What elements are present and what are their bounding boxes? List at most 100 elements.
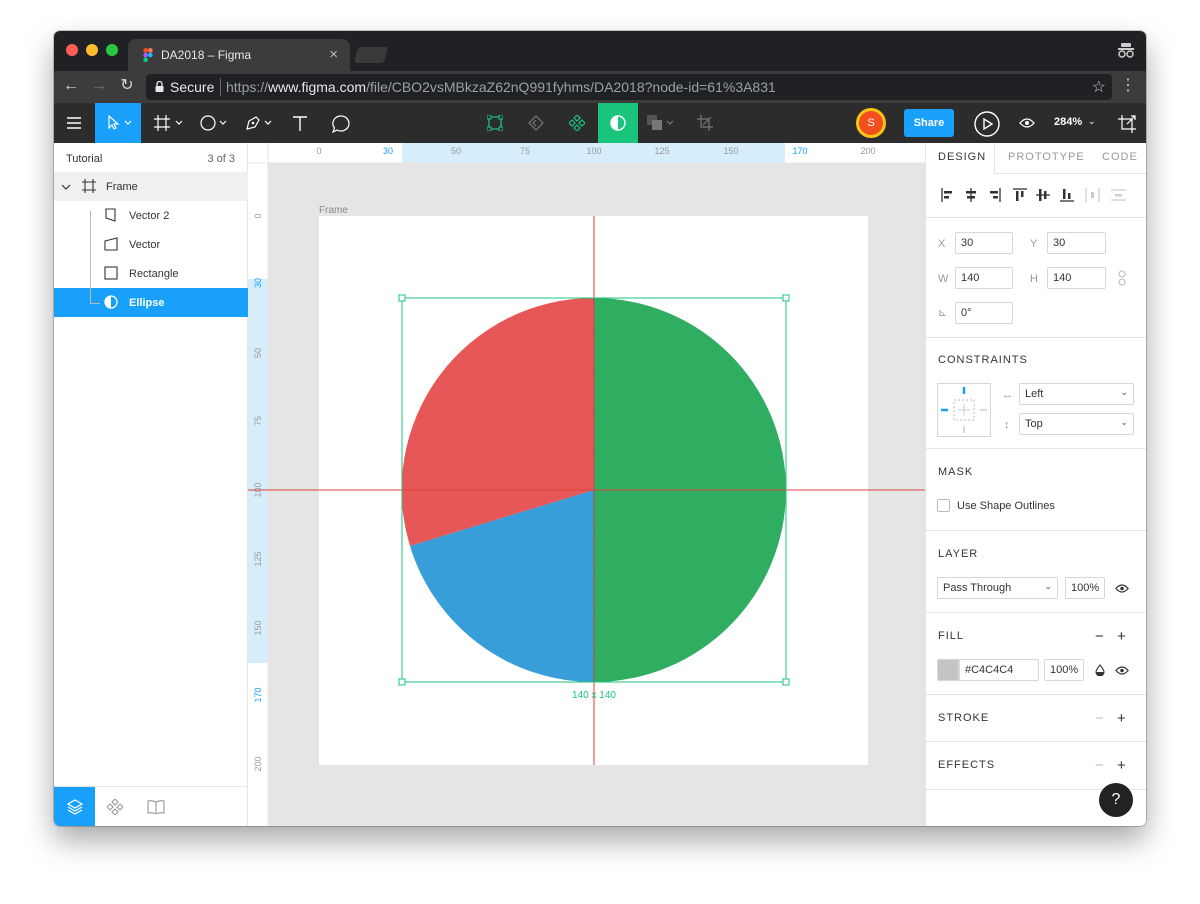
layer-label: Vector <box>129 239 161 251</box>
main-menu-button[interactable] <box>54 103 94 143</box>
comment-tool-button[interactable] <box>322 103 358 143</box>
present-button[interactable] <box>970 103 1004 143</box>
layer-item-vector-2[interactable]: Vector 2 <box>54 201 248 230</box>
page-count: 3 of 3 <box>207 153 235 165</box>
text-tool-button[interactable] <box>284 103 316 143</box>
layer-item-rectangle[interactable]: Rectangle <box>54 259 248 288</box>
add-effect-button[interactable]: + <box>1117 758 1126 773</box>
ellipse-icon <box>200 115 227 131</box>
create-component-button[interactable] <box>557 103 597 143</box>
new-tab-button[interactable] <box>353 47 389 63</box>
chevron-down-icon[interactable]: ⌄ <box>1088 116 1096 127</box>
resize-handle-top-right[interactable] <box>782 294 790 302</box>
chevron-down-icon[interactable] <box>61 183 71 191</box>
constraints-widget[interactable] <box>937 383 991 437</box>
layer-item-ellipse[interactable]: Ellipse <box>54 288 248 317</box>
align-bottom-icon[interactable] <box>1060 189 1074 202</box>
help-button[interactable]: ? <box>1099 783 1133 817</box>
horizontal-constraint-select[interactable]: Left ⌄ <box>1019 383 1134 405</box>
align-right-icon[interactable] <box>990 188 1001 202</box>
crop-button[interactable] <box>686 103 724 143</box>
fill-hex-field[interactable]: #C4C4C4 <box>959 659 1039 681</box>
boolean-operation-button[interactable] <box>598 103 638 143</box>
share-button[interactable]: Share <box>904 109 954 137</box>
align-top-icon[interactable] <box>1013 188 1027 201</box>
remove-effect-button[interactable]: − <box>1095 758 1104 773</box>
constrain-proportions-icon[interactable] <box>1117 270 1127 286</box>
chrome-menu-icon[interactable]: ⋮ <box>1120 75 1136 97</box>
height-field[interactable]: 140 <box>1047 267 1106 289</box>
layer-item-vector[interactable]: Vector <box>54 230 248 259</box>
flatten-button[interactable] <box>516 103 556 143</box>
forward-arrow-icon[interactable]: → <box>88 75 110 97</box>
layers-panel: Tutorial 3 of 3 Frame Vector 2 Vector Re… <box>54 143 248 826</box>
horizontal-constraint-icon: ↔ <box>1002 389 1013 401</box>
resize-handle-bottom-right[interactable] <box>782 678 790 686</box>
tab-team-library[interactable] <box>135 787 175 826</box>
url-text[interactable]: https://www.figma.com/file/CBO2vsMBkzaZ6… <box>226 79 776 95</box>
canvas[interactable]: 0 30 50 75 100 125 150 170 200 0 30 50 75 100 125 150 1… <box>248 143 925 826</box>
url-omnibox[interactable]: Secure https://www.figma.com/file/CBO2vs… <box>146 74 1112 100</box>
zoom-level[interactable]: 284% <box>1054 116 1082 128</box>
tab-components[interactable] <box>95 787 135 826</box>
frame-tool-button[interactable] <box>146 103 190 143</box>
tab-design[interactable]: DESIGN <box>938 151 986 163</box>
add-fill-button[interactable]: + <box>1117 629 1126 644</box>
tab-code[interactable]: CODE <box>1102 151 1138 163</box>
edit-object-button[interactable] <box>475 103 515 143</box>
fill-color-swatch[interactable] <box>937 659 959 681</box>
x-field[interactable]: 30 <box>955 232 1013 254</box>
vertical-constraint-select[interactable]: Top ⌄ <box>1019 413 1134 435</box>
mask-button[interactable] <box>639 103 683 143</box>
window-maximize-button[interactable] <box>106 44 118 56</box>
ruler-left-label: 0 <box>253 213 263 218</box>
rotation-field[interactable]: 0° <box>955 302 1013 324</box>
section-divider <box>926 612 1146 613</box>
distribute-horizontal-icon[interactable] <box>1085 188 1100 202</box>
use-shape-outlines-label: Use Shape Outlines <box>957 500 1055 512</box>
tab-close-icon[interactable]: × <box>329 46 338 63</box>
tab-layers[interactable] <box>54 787 95 826</box>
rotation-icon: ⊾ <box>938 307 948 319</box>
layer-opacity-field[interactable]: 100% <box>1065 577 1105 599</box>
align-left-icon[interactable] <box>941 188 952 202</box>
align-horizontal-center-icon[interactable] <box>966 188 976 202</box>
back-arrow-icon[interactable]: ← <box>60 75 82 97</box>
browser-tab[interactable]: DA2018 – Figma × <box>128 39 350 71</box>
y-field[interactable]: 30 <box>1047 232 1106 254</box>
remove-fill-button[interactable]: − <box>1095 629 1104 644</box>
ellipse-tool-button[interactable] <box>194 103 234 143</box>
remove-stroke-button[interactable]: − <box>1095 711 1104 726</box>
blend-mode-select[interactable]: Pass Through ⌄ <box>937 577 1058 599</box>
layer-item-frame[interactable]: Frame <box>54 172 248 201</box>
eye-icon <box>1019 118 1035 128</box>
fill-visibility-eye-icon[interactable] <box>1115 666 1129 675</box>
resize-icon <box>1118 115 1136 133</box>
use-shape-outlines-checkbox[interactable] <box>937 499 950 512</box>
vertical-constraint-icon: ↕ <box>1004 419 1010 431</box>
fill-opacity-field[interactable]: 100% <box>1044 659 1084 681</box>
window-close-button[interactable] <box>66 44 78 56</box>
tab-prototype[interactable]: PROTOTYPE <box>1008 151 1085 163</box>
blend-drop-icon[interactable] <box>1095 664 1105 676</box>
figma-logo-icon <box>143 48 153 62</box>
layer-visibility-eye-icon[interactable] <box>1115 584 1129 593</box>
move-tool-button[interactable] <box>95 103 141 143</box>
width-field[interactable]: 140 <box>955 267 1013 289</box>
user-avatar[interactable]: S <box>856 108 886 138</box>
section-divider <box>926 217 1146 218</box>
resize-handle-bottom-left[interactable] <box>398 678 406 686</box>
chevron-down-icon: ⌄ <box>1120 417 1128 427</box>
bookmark-star-icon[interactable]: ☆ <box>1092 77 1106 97</box>
resize-to-fit-button[interactable] <box>1112 103 1142 143</box>
pen-tool-button[interactable] <box>239 103 279 143</box>
window-minimize-button[interactable] <box>86 44 98 56</box>
reload-icon[interactable]: ↻ <box>116 75 138 97</box>
align-vertical-center-icon[interactable] <box>1036 189 1050 201</box>
resize-handle-top-left[interactable] <box>398 294 406 302</box>
frame-label[interactable]: Frame <box>319 205 348 216</box>
distribute-vertical-icon[interactable] <box>1111 189 1126 201</box>
add-stroke-button[interactable]: + <box>1117 711 1126 726</box>
page-name[interactable]: Tutorial <box>66 153 102 165</box>
view-settings-button[interactable] <box>1016 103 1038 143</box>
